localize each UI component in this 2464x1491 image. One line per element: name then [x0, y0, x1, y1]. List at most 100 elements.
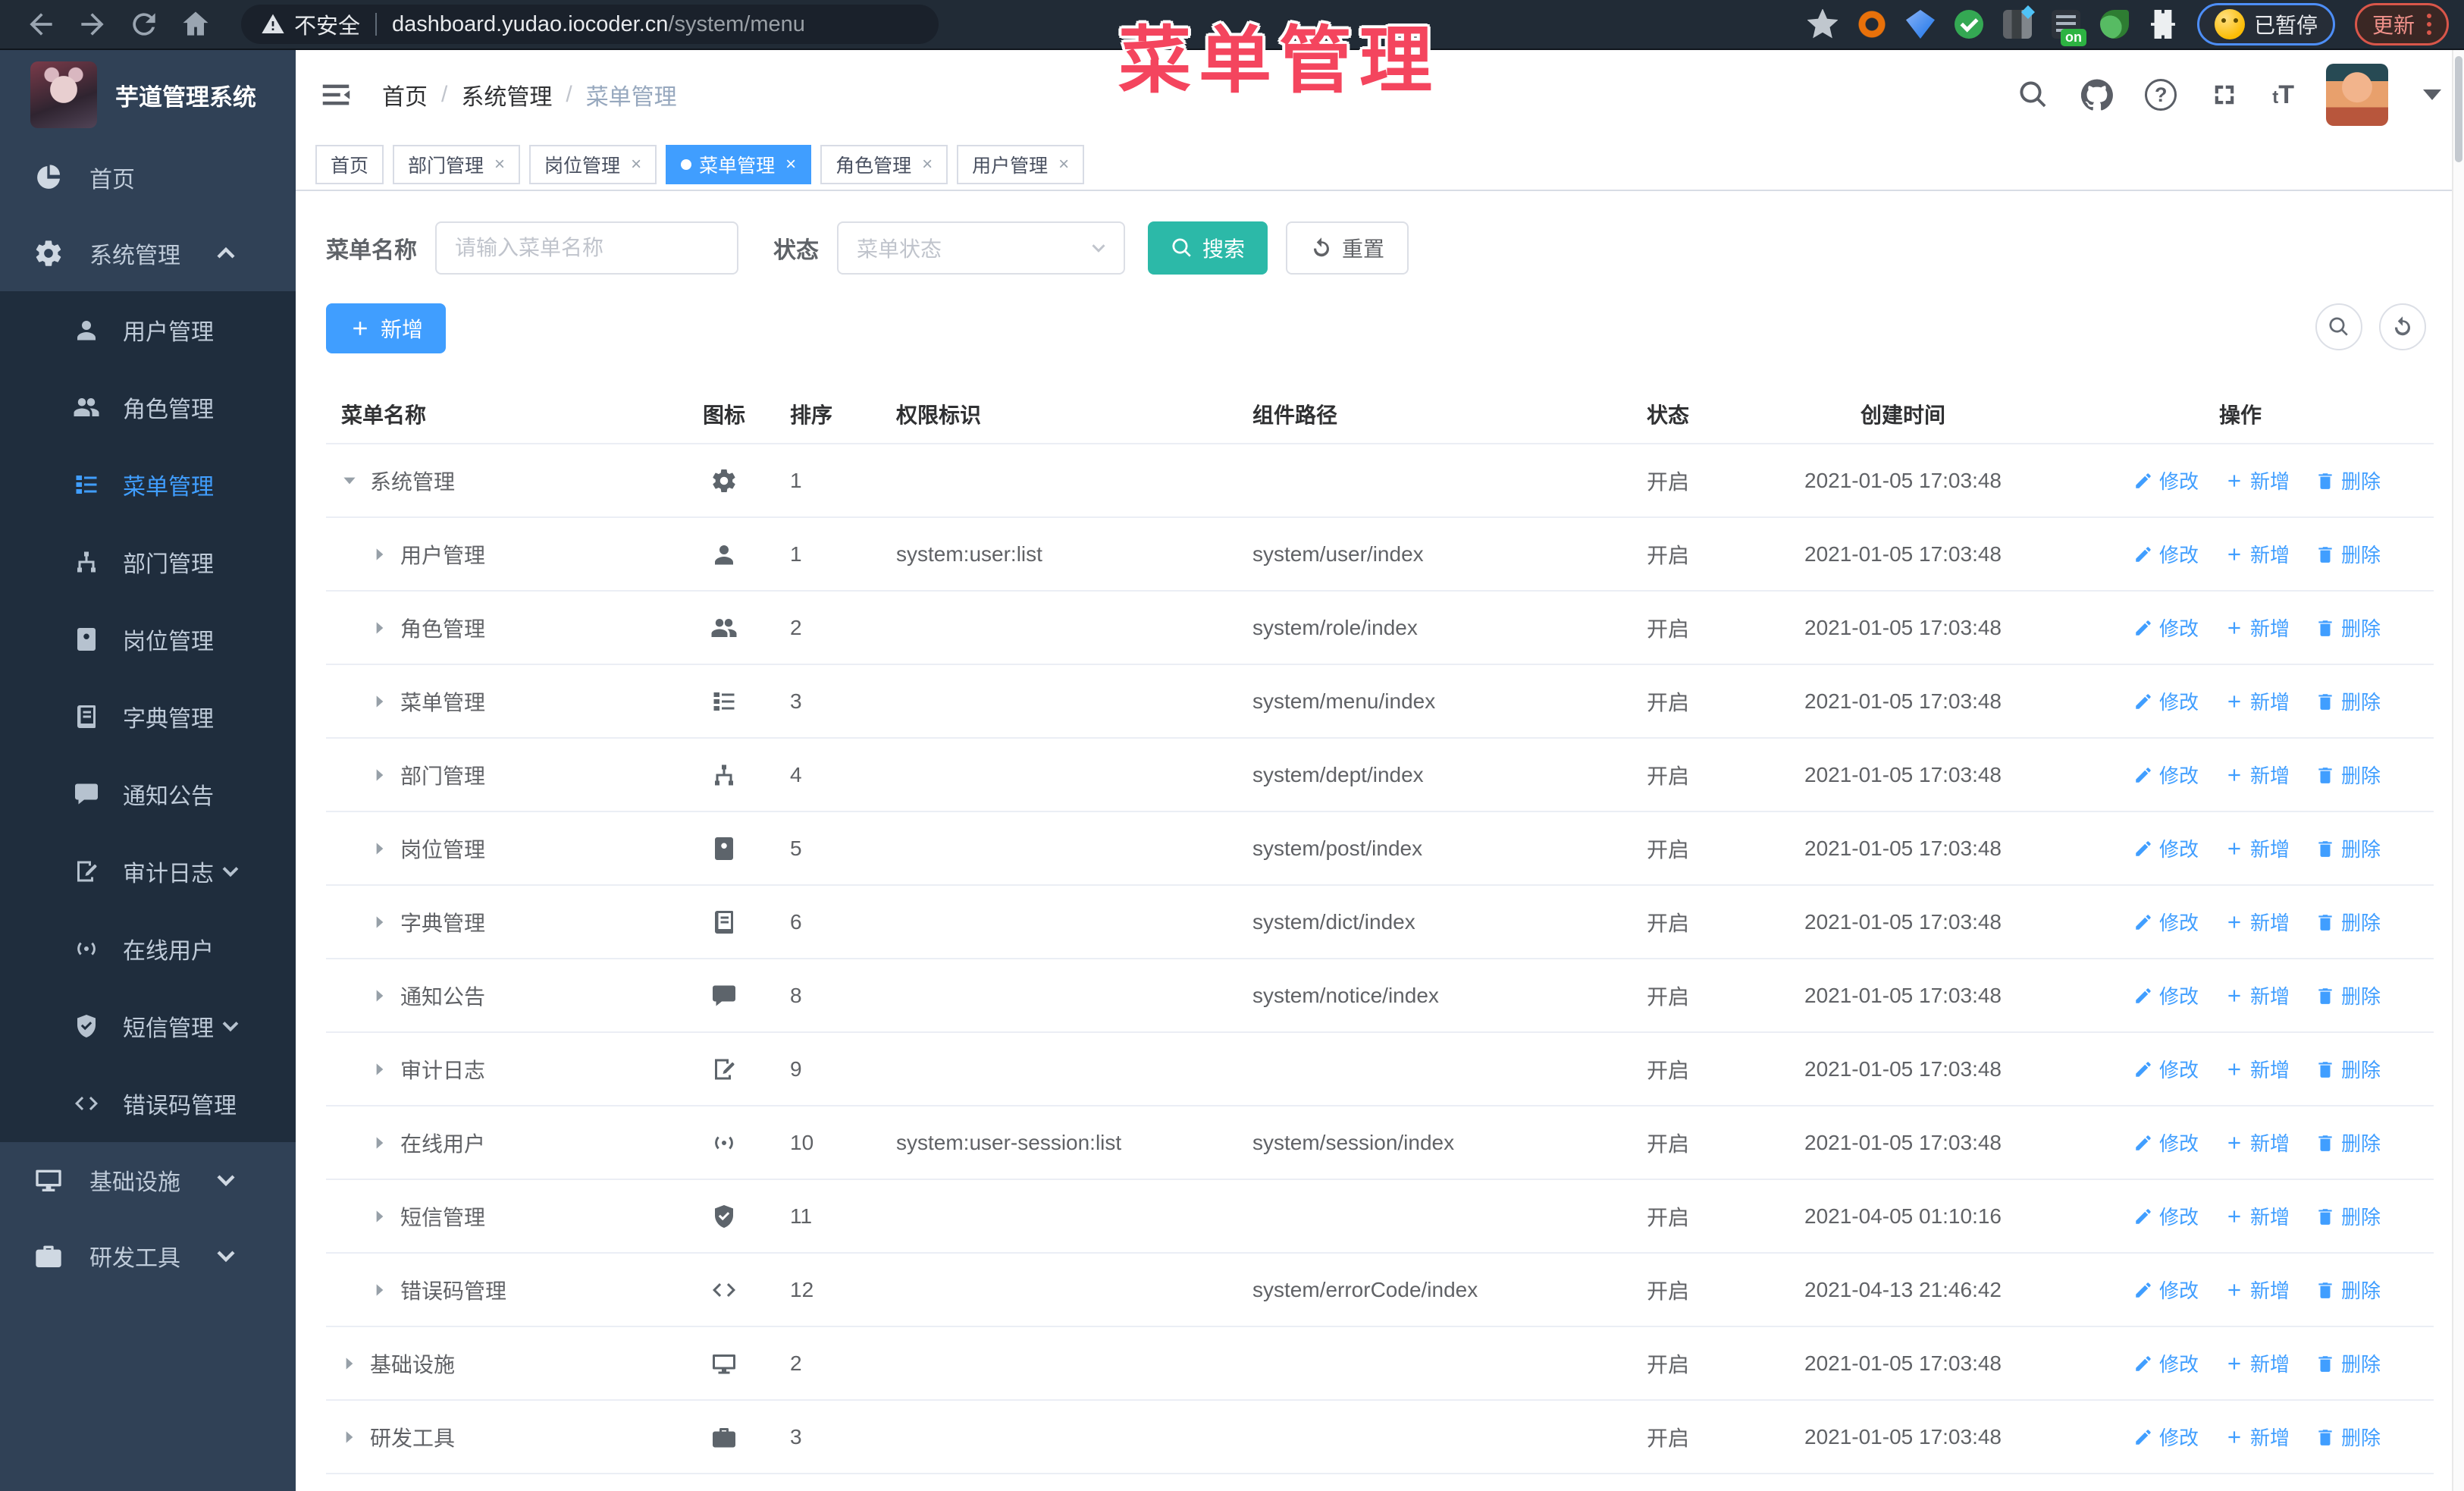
extension-icon[interactable] — [1857, 10, 1886, 39]
menu-name-input[interactable] — [435, 221, 738, 275]
tree-caret-icon[interactable] — [340, 1354, 359, 1373]
font-size-icon[interactable]: tT — [2272, 80, 2294, 110]
tree-caret-icon[interactable] — [370, 1133, 390, 1153]
plus-action-link[interactable]: 新增 — [2224, 1202, 2290, 1230]
status-select[interactable]: 菜单状态 — [837, 221, 1125, 275]
plus-action-link[interactable]: 新增 — [2224, 1423, 2290, 1451]
logo-row[interactable]: 芋道管理系统 — [0, 50, 296, 140]
sidebar-item-3[interactable]: 研发工具 — [0, 1218, 296, 1294]
sidebar-item-2[interactable]: 基础设施 — [0, 1142, 296, 1218]
sidebar-subitem-5[interactable]: 字典管理 — [0, 678, 296, 755]
edit-action-link[interactable]: 修改 — [2133, 1276, 2199, 1304]
extensions-puzzle-icon[interactable] — [2151, 10, 2175, 39]
close-icon[interactable]: × — [494, 154, 505, 175]
plus-action-link[interactable]: 新增 — [2224, 687, 2290, 715]
edit-action-link[interactable]: 修改 — [2133, 540, 2199, 568]
tree-caret-icon[interactable] — [370, 765, 390, 785]
tree-caret-icon[interactable] — [370, 1059, 390, 1079]
delete-action-link[interactable]: 删除 — [2315, 614, 2381, 642]
show-search-button[interactable] — [2315, 303, 2362, 350]
sidebar-subitem-7[interactable]: 审计日志 — [0, 833, 296, 910]
delete-action-link[interactable]: 删除 — [2315, 1349, 2381, 1377]
tree-caret-icon[interactable] — [340, 1427, 359, 1447]
plus-action-link[interactable]: 新增 — [2224, 614, 2290, 642]
delete-action-link[interactable]: 删除 — [2315, 981, 2381, 1009]
sidebar-subitem-1[interactable]: 角色管理 — [0, 369, 296, 446]
address-bar[interactable]: 不安全 dashboard.yudao.iocoder.cn/system/me… — [241, 5, 939, 44]
delete-action-link[interactable]: 删除 — [2315, 1055, 2381, 1083]
tree-caret-icon[interactable] — [370, 839, 390, 859]
tree-caret-icon[interactable] — [370, 618, 390, 638]
close-icon[interactable]: × — [922, 154, 933, 175]
kebab-menu-icon[interactable] — [2427, 14, 2431, 35]
plus-action-link[interactable]: 新增 — [2224, 981, 2290, 1009]
extension-icon[interactable] — [2099, 10, 2129, 39]
edit-action-link[interactable]: 修改 — [2133, 1128, 2199, 1157]
page-scrollbar[interactable] — [2452, 50, 2464, 1491]
sidebar-subitem-3[interactable]: 部门管理 — [0, 523, 296, 601]
hamburger-icon[interactable] — [318, 77, 353, 112]
edit-action-link[interactable]: 修改 — [2133, 761, 2199, 789]
sidebar-subitem-0[interactable]: 用户管理 — [0, 291, 296, 369]
github-icon[interactable] — [2081, 79, 2114, 111]
bookmark-star-icon[interactable] — [1807, 9, 1838, 39]
avatar-caret-icon[interactable] — [2423, 89, 2441, 100]
tree-caret-icon[interactable] — [370, 545, 390, 564]
edit-action-link[interactable]: 修改 — [2133, 1423, 2199, 1451]
paused-extension-button[interactable]: 已暂停 — [2196, 3, 2335, 46]
extension-icon[interactable]: on — [2051, 10, 2086, 46]
extension-icon[interactable] — [1954, 10, 1983, 39]
sidebar-item-1[interactable]: 系统管理 — [0, 215, 296, 291]
breadcrumb-item[interactable]: 首页 — [382, 78, 428, 111]
tab-用户管理[interactable]: 用户管理 × — [957, 145, 1085, 184]
plus-action-link[interactable]: 新增 — [2224, 1128, 2290, 1157]
edit-action-link[interactable]: 修改 — [2133, 614, 2199, 642]
refresh-table-button[interactable] — [2379, 303, 2426, 350]
plus-action-link[interactable]: 新增 — [2224, 466, 2290, 494]
plus-action-link[interactable]: 新增 — [2224, 761, 2290, 789]
plus-action-link[interactable]: 新增 — [2224, 908, 2290, 936]
delete-action-link[interactable]: 删除 — [2315, 1276, 2381, 1304]
scrollbar-thumb[interactable] — [2455, 56, 2462, 162]
back-icon[interactable] — [24, 8, 58, 41]
delete-action-link[interactable]: 删除 — [2315, 908, 2381, 936]
tree-caret-icon[interactable] — [370, 912, 390, 932]
sidebar-subitem-4[interactable]: 岗位管理 — [0, 601, 296, 678]
forward-icon[interactable] — [76, 8, 109, 41]
edit-action-link[interactable]: 修改 — [2133, 466, 2199, 494]
delete-action-link[interactable]: 删除 — [2315, 1423, 2381, 1451]
edit-action-link[interactable]: 修改 — [2133, 834, 2199, 862]
delete-action-link[interactable]: 删除 — [2315, 761, 2381, 789]
tab-角色管理[interactable]: 角色管理 × — [820, 145, 948, 184]
plus-action-link[interactable]: 新增 — [2224, 834, 2290, 862]
edit-action-link[interactable]: 修改 — [2133, 1055, 2199, 1083]
close-icon[interactable]: × — [1058, 154, 1069, 175]
tab-菜单管理[interactable]: 菜单管理 × — [666, 145, 812, 184]
tree-caret-icon[interactable] — [370, 692, 390, 711]
search-icon[interactable] — [2017, 79, 2049, 111]
edit-action-link[interactable]: 修改 — [2133, 1202, 2199, 1230]
close-icon[interactable]: × — [785, 154, 796, 175]
extension-icon[interactable] — [1905, 10, 1935, 39]
reset-button[interactable]: 重置 — [1286, 221, 1409, 275]
add-button[interactable]: 新增 — [326, 303, 447, 353]
tree-caret-icon[interactable] — [340, 471, 359, 491]
extension-icon[interactable] — [2002, 10, 2032, 39]
sidebar-subitem-6[interactable]: 通知公告 — [0, 755, 296, 833]
tree-caret-icon[interactable] — [370, 986, 390, 1006]
delete-action-link[interactable]: 删除 — [2315, 1202, 2381, 1230]
delete-action-link[interactable]: 删除 — [2315, 1128, 2381, 1157]
plus-action-link[interactable]: 新增 — [2224, 1349, 2290, 1377]
delete-action-link[interactable]: 删除 — [2315, 540, 2381, 568]
delete-action-link[interactable]: 删除 — [2315, 687, 2381, 715]
plus-action-link[interactable]: 新增 — [2224, 1055, 2290, 1083]
plus-action-link[interactable]: 新增 — [2224, 540, 2290, 568]
tab-首页[interactable]: 首页 — [315, 145, 384, 184]
tab-部门管理[interactable]: 部门管理 × — [393, 145, 521, 184]
tab-岗位管理[interactable]: 岗位管理 × — [529, 145, 657, 184]
edit-action-link[interactable]: 修改 — [2133, 908, 2199, 936]
edit-action-link[interactable]: 修改 — [2133, 687, 2199, 715]
delete-action-link[interactable]: 删除 — [2315, 834, 2381, 862]
tree-caret-icon[interactable] — [370, 1280, 390, 1300]
reload-icon[interactable] — [127, 8, 161, 41]
